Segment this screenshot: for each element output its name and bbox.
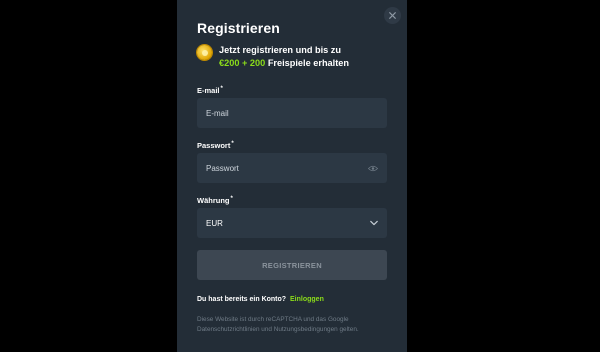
currency-value: EUR xyxy=(206,218,223,228)
account-prompt: Du hast bereits ein Konto? Einloggen xyxy=(197,296,324,303)
email-label: E-mail* xyxy=(197,86,223,95)
registration-modal: Registrieren Jetzt registrieren und bis … xyxy=(177,0,407,352)
email-field-container xyxy=(197,98,387,128)
chevron-down-icon xyxy=(370,220,378,226)
login-link[interactable]: Einloggen xyxy=(290,296,324,303)
eye-icon[interactable] xyxy=(368,165,378,172)
account-question: Du hast bereits ein Konto? xyxy=(197,296,287,303)
email-field[interactable] xyxy=(206,108,356,118)
close-icon xyxy=(389,12,396,19)
promo-highlight: €200 + 200 xyxy=(219,58,266,68)
register-button[interactable]: REGISTRIEREN xyxy=(197,250,387,280)
promo-text: Jetzt registrieren und bis zu €200 + 200… xyxy=(219,44,349,70)
password-field[interactable] xyxy=(206,163,356,173)
password-label: Passwort* xyxy=(197,141,234,150)
password-field-container xyxy=(197,153,387,183)
promo-line2: Freispiele erhalten xyxy=(267,58,350,68)
close-button[interactable] xyxy=(384,7,401,24)
recaptcha-notice: Diese Website ist durch reCAPTCHA und da… xyxy=(197,316,359,333)
currency-select[interactable]: EUR xyxy=(197,208,387,238)
coin-icon xyxy=(197,45,212,60)
modal-title: Registrieren xyxy=(197,20,280,36)
currency-label: Währung* xyxy=(197,196,233,205)
promo-banner: Jetzt registrieren und bis zu €200 + 200… xyxy=(197,44,392,70)
promo-line1: Jetzt registrieren und bis zu xyxy=(219,45,342,55)
